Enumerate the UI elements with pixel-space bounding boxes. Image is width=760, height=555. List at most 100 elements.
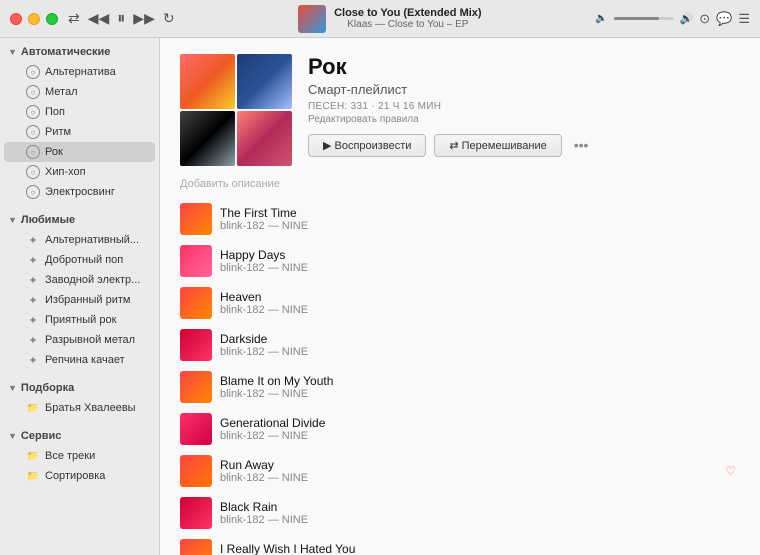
sidebar-item-sorting[interactable]: 📁 Сортировка	[4, 466, 155, 486]
song-artwork	[180, 245, 212, 277]
sidebar-item-electroswing[interactable]: ○ Электросвинг	[4, 182, 155, 202]
song-artwork	[180, 413, 212, 445]
table-row[interactable]: The First Time blink-182 — NINE	[172, 198, 748, 240]
table-row[interactable]: Darkside blink-182 — NINE	[172, 324, 748, 366]
shuffle-button[interactable]: ⇄	[68, 10, 80, 27]
next-button[interactable]: ▶▶	[133, 10, 155, 27]
close-button[interactable]	[10, 13, 22, 25]
heart-icon[interactable]: ♡	[725, 464, 736, 478]
folder-icon: 📁	[26, 449, 40, 463]
sidebar-item-metal-label: Метал	[45, 86, 78, 98]
sidebar-group-favorites[interactable]: ▼ Любимые	[0, 210, 159, 230]
table-row[interactable]: Happy Days blink-182 — NINE	[172, 240, 748, 282]
song-artwork	[180, 539, 212, 555]
queue-button[interactable]: ☰	[738, 11, 750, 27]
sidebar-item-alltracks-label: Все треки	[45, 450, 95, 462]
volume-high-icon: 🔊	[680, 12, 694, 25]
song-artist: blink-182 — NINE	[220, 220, 740, 232]
playlist-stats: ПЕСЕН: 331 · 21 Ч 16 МИН	[308, 101, 740, 112]
table-row[interactable]: I Really Wish I Hated You blink-182 — NI…	[172, 534, 748, 555]
table-row[interactable]: Generational Divide blink-182 — NINE	[172, 408, 748, 450]
sidebar-group-service[interactable]: ▼ Сервис	[0, 426, 159, 446]
sidebar-item-repcina[interactable]: ✦ Репчина качает	[4, 350, 155, 370]
sidebar-item-alternativa[interactable]: ○ Альтернатива	[4, 62, 155, 82]
chevron-down-icon: ▼	[8, 47, 17, 57]
playlist-actions: ▶ Воспроизвести ⇄ Перемешивание •••	[308, 133, 740, 157]
traffic-lights	[10, 13, 58, 25]
sidebar-item-goodpop[interactable]: ✦ Добротный поп	[4, 250, 155, 270]
sidebar-group-podborka[interactable]: ▼ Подборка	[0, 378, 159, 398]
sidebar-item-prijatnyj[interactable]: ✦ Приятный рок	[4, 310, 155, 330]
star-icon: ✦	[26, 273, 40, 287]
star-icon: ✦	[26, 293, 40, 307]
sidebar-item-alt[interactable]: ✦ Альтернативный...	[4, 230, 155, 250]
sidebar-group-automatic[interactable]: ▼ Автоматические	[0, 42, 159, 62]
sidebar-item-ritm[interactable]: ○ Ритм	[4, 122, 155, 142]
sidebar-item-hiphop[interactable]: ○ Хип-хоп	[4, 162, 155, 182]
repeat-button[interactable]: ↻	[163, 10, 175, 27]
sidebar-item-rok-label: Рок	[45, 146, 63, 158]
circle-icon: ○	[26, 185, 40, 199]
song-artist: blink-182 — NINE	[220, 346, 740, 358]
play-pause-button[interactable]: ⏸	[117, 10, 125, 28]
sidebar-item-pop[interactable]: ○ Поп	[4, 102, 155, 122]
sidebar-item-metal[interactable]: ○ Метал	[4, 82, 155, 102]
table-row[interactable]: Run Away blink-182 — NINE ♡	[172, 450, 748, 492]
table-row[interactable]: Blame It on My Youth blink-182 — NINE	[172, 366, 748, 408]
sidebar-item-zavodnoj[interactable]: ✦ Заводной электр...	[4, 270, 155, 290]
more-options-button[interactable]: •••	[570, 133, 593, 157]
playlist-genre: Рок	[308, 54, 740, 80]
song-title: Run Away	[220, 458, 717, 472]
art-cell-2	[237, 54, 292, 109]
song-artwork	[180, 371, 212, 403]
table-row[interactable]: Heaven blink-182 — NINE	[172, 282, 748, 324]
lyrics-button[interactable]: 💬	[716, 11, 732, 27]
sidebar-item-rok[interactable]: ○ Рок	[4, 142, 155, 162]
song-info: Black Rain blink-182 — NINE	[220, 500, 740, 526]
sidebar-item-zavodnoj-label: Заводной электр...	[45, 274, 140, 286]
sidebar-item-razryvnoj[interactable]: ✦ Разрывной метал	[4, 330, 155, 350]
song-info: Run Away blink-182 — NINE	[220, 458, 717, 484]
transport-controls: ⇄ ◀◀ ⏸ ▶▶ ↻	[68, 10, 175, 28]
table-row[interactable]: Black Rain blink-182 — NINE	[172, 492, 748, 534]
song-artwork	[180, 203, 212, 235]
volume-slider[interactable]	[614, 17, 674, 20]
sidebar-item-izbrannyj[interactable]: ✦ Избранный ритм	[4, 290, 155, 310]
circle-icon: ○	[26, 145, 40, 159]
star-icon: ✦	[26, 253, 40, 267]
sidebar: ▼ Автоматические ○ Альтернатива ○ Метал …	[0, 38, 160, 555]
minimize-button[interactable]	[28, 13, 40, 25]
play-button[interactable]: ▶ Воспроизвести	[308, 134, 426, 157]
song-info: Happy Days blink-182 — NINE	[220, 248, 740, 274]
volume-fill	[614, 17, 659, 20]
now-playing-bar: Close to You (Extended Mix) Klaas — Clos…	[185, 5, 596, 33]
volume-low-icon: 🔈	[595, 13, 607, 24]
song-info: Darkside blink-182 — NINE	[220, 332, 740, 358]
song-title: Happy Days	[220, 248, 740, 262]
chevron-down-icon: ▼	[8, 431, 17, 441]
chevron-down-icon: ▼	[8, 215, 17, 225]
song-artist: blink-182 — NINE	[220, 388, 740, 400]
sidebar-item-alt-label: Альтернативный...	[45, 234, 139, 246]
add-description[interactable]: Добавить описание	[160, 174, 760, 198]
now-playing-info: Close to You (Extended Mix) Klaas — Clos…	[334, 7, 482, 30]
sidebar-item-ritm-label: Ритм	[45, 126, 71, 138]
sidebar-item-repcina-label: Репчина качает	[45, 354, 125, 366]
song-info: Heaven blink-182 — NINE	[220, 290, 740, 316]
maximize-button[interactable]	[46, 13, 58, 25]
sidebar-item-pop-label: Поп	[45, 106, 65, 118]
song-info: The First Time blink-182 — NINE	[220, 206, 740, 232]
song-artwork	[180, 329, 212, 361]
song-title: Heaven	[220, 290, 740, 304]
playlist-header: Рок Смарт-плейлист ПЕСЕН: 331 · 21 Ч 16 …	[160, 38, 760, 174]
playlist-type: Смарт-плейлист	[308, 82, 740, 97]
playlist-edit-link[interactable]: Редактировать правила	[308, 114, 740, 125]
circle-icon: ○	[26, 105, 40, 119]
sidebar-item-bratya[interactable]: 📁 Братья Хвалеевы	[4, 398, 155, 418]
sidebar-item-electroswing-label: Электросвинг	[45, 186, 115, 198]
airplay-button[interactable]: ⊙	[699, 11, 710, 27]
sidebar-item-alltracks[interactable]: 📁 Все треки	[4, 446, 155, 466]
shuffle-playlist-button[interactable]: ⇄ Перемешивание	[434, 134, 561, 157]
prev-button[interactable]: ◀◀	[88, 10, 110, 27]
folder-icon: 📁	[26, 469, 40, 483]
